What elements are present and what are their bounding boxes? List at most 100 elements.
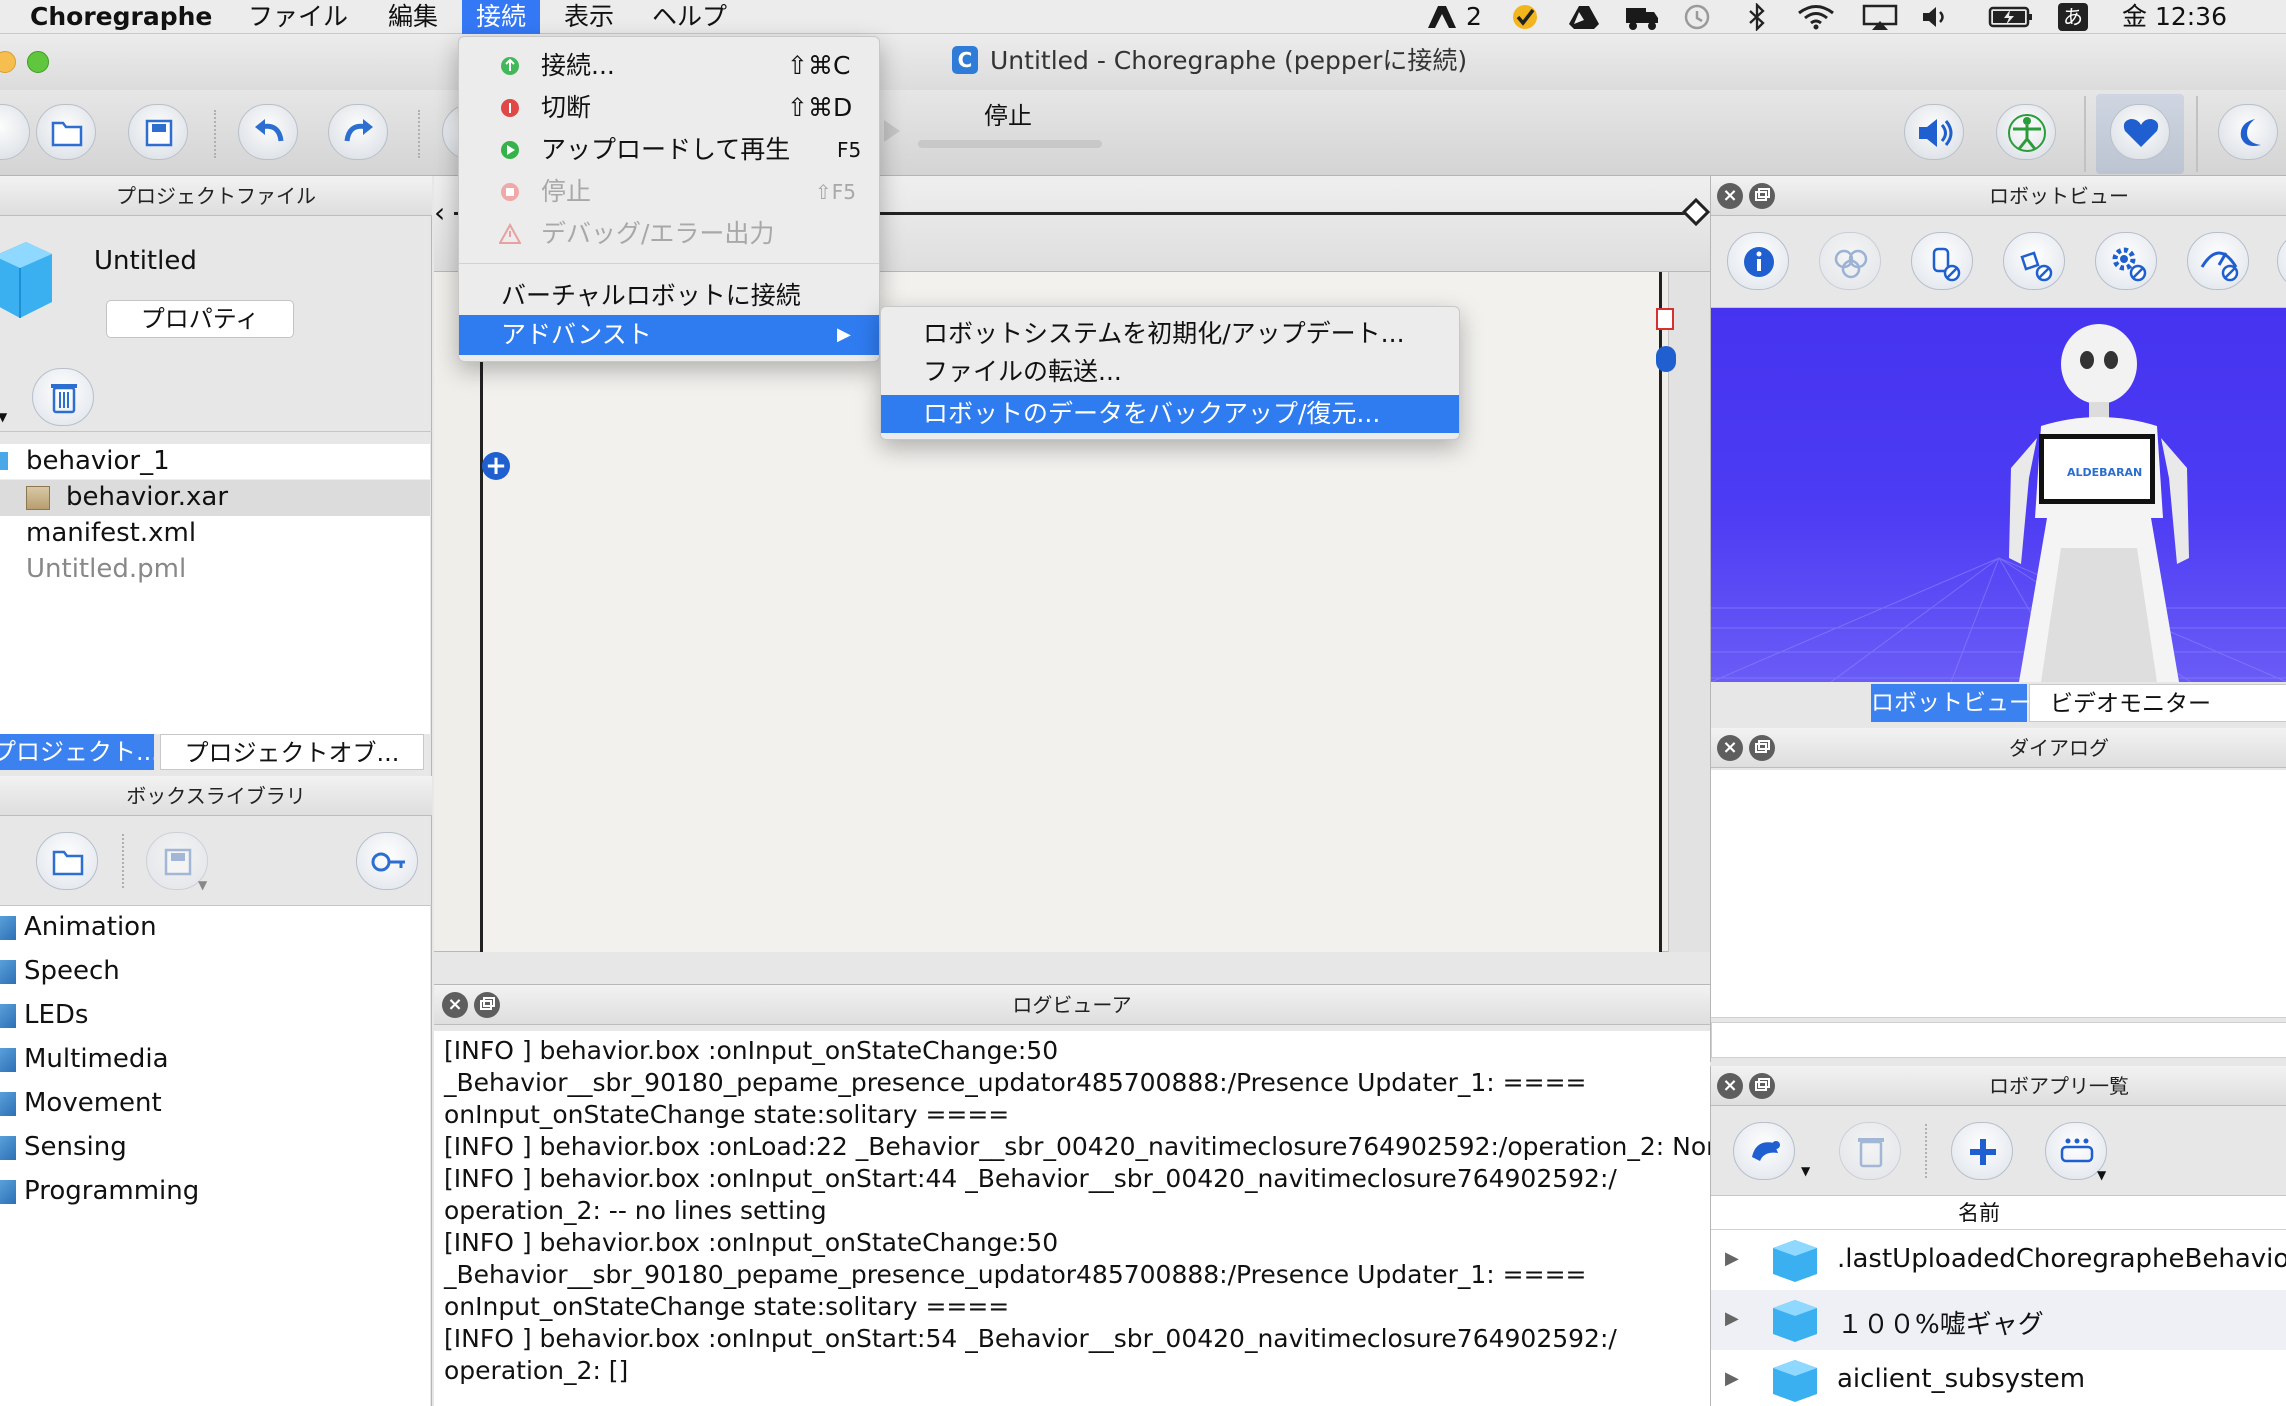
library-category-programming[interactable]: Programming — [0, 1170, 430, 1214]
airplay-icon[interactable] — [1862, 4, 1898, 30]
truck-icon[interactable] — [1624, 5, 1660, 31]
menu-item-connect[interactable]: 接続... ⇧⌘C — [459, 45, 879, 87]
install-app-dropdown-arrow[interactable]: ▼ — [1801, 1164, 1810, 1178]
apple-menu[interactable] — [0, 0, 14, 34]
menu-item-upload-and-play[interactable]: アップロードして再生 F5 — [459, 129, 879, 171]
input-port-plus-icon[interactable]: + — [482, 452, 510, 480]
tab-project-files[interactable]: プロジェクト... — [0, 734, 154, 770]
settings-button[interactable] — [2095, 232, 2157, 290]
new-project-button[interactable] — [0, 104, 30, 160]
timeline-end-marker[interactable] — [1681, 197, 1711, 227]
save-project-button[interactable] — [128, 104, 188, 160]
menubar-clock[interactable]: 金 12:36 — [2122, 0, 2227, 34]
library-category-movement[interactable]: Movement — [0, 1082, 430, 1126]
open-library-button[interactable] — [36, 832, 98, 890]
redo-button[interactable] — [328, 104, 388, 160]
expand-arrow-icon[interactable]: ▶ — [1725, 1248, 1739, 1269]
search-library-button[interactable] — [356, 832, 418, 890]
add-file-dropdown-arrow[interactable]: ▼ — [0, 410, 7, 424]
rest-button[interactable] — [2218, 104, 2278, 160]
open-project-button[interactable] — [36, 104, 96, 160]
library-category-sensing[interactable]: Sensing — [0, 1126, 430, 1170]
library-category-animation[interactable]: Animation — [0, 906, 430, 950]
menu-view[interactable]: 表示 — [564, 0, 614, 34]
robot-view-close-button[interactable]: × — [1717, 183, 1743, 209]
time-machine-icon[interactable] — [1682, 4, 1712, 30]
checkmark-icon[interactable] — [1510, 4, 1540, 30]
log-viewer-close-button[interactable]: × — [442, 992, 468, 1018]
window-title-bar: C Untitled - Choregraphe (pepperに接続) — [0, 34, 2286, 90]
output-port-stop-icon[interactable] — [1656, 308, 1674, 330]
dialog-close-button[interactable]: × — [1717, 735, 1743, 761]
log-viewer-content[interactable]: [INFO ] behavior.box :onInput_onStateCha… — [434, 1031, 1710, 1406]
adobe-icon[interactable] — [1426, 4, 1458, 30]
window-zoom-button[interactable] — [27, 51, 49, 73]
delete-file-button[interactable] — [32, 368, 94, 426]
submenu-item-system-update[interactable]: ロボットシステムを初期化/アップデート... — [881, 315, 1459, 353]
robot-3d-view[interactable]: ALDEBARAN — [1711, 308, 2286, 682]
gear-icon — [2112, 247, 2147, 282]
expand-arrow-icon[interactable]: ▶ — [1725, 1368, 1739, 1389]
menu-edit[interactable]: 編集 — [388, 0, 438, 34]
menu-connect[interactable]: 接続 — [462, 0, 541, 34]
output-port-plus-icon[interactable] — [1656, 346, 1676, 372]
tree-row-behavior-xar[interactable]: behavior.xar — [0, 480, 430, 516]
app-row[interactable]: ▶ １００%嘘ギャグ — [1711, 1290, 2286, 1350]
remove-app-button[interactable] — [1839, 1122, 1901, 1180]
more-robot-tools-button[interactable] — [2277, 232, 2286, 290]
submenu-item-backup-restore[interactable]: ロボットのデータをバックアップ/復元... — [881, 395, 1459, 433]
volume-button[interactable] — [1904, 104, 1964, 160]
tab-robot-view[interactable]: ロボットビュー — [1871, 684, 2032, 722]
app-row[interactable]: ▶ .lastUploadedChoregrapheBehavior — [1711, 1230, 2286, 1290]
tree-row-behavior-1[interactable]: behavior_1 — [0, 444, 430, 480]
menu-item-debug-output[interactable]: デバッグ/エラー出力 — [459, 213, 879, 255]
tab-video-monitor[interactable]: ビデオモニター — [2029, 684, 2286, 722]
diagram-scrollbar[interactable] — [1668, 272, 1710, 952]
menu-item-disconnect[interactable]: 切断 ⇧⌘D — [459, 87, 879, 129]
input-method-icon[interactable]: あ — [2058, 3, 2088, 31]
save-library-dropdown-arrow[interactable]: ▼ — [198, 878, 207, 892]
column-header-name[interactable]: 名前 — [1711, 1196, 2286, 1230]
battery-icon[interactable] — [1988, 5, 2034, 29]
tab-project-objects[interactable]: プロジェクトオブ... — [160, 734, 424, 770]
volume-icon[interactable] — [1920, 4, 1952, 30]
app-row[interactable]: ▶ aiclient_subsystem — [1711, 1350, 2286, 1406]
robot-info-button[interactable] — [1727, 232, 1789, 290]
dialog-input[interactable] — [1711, 1022, 2286, 1058]
wifi-icon[interactable] — [1796, 4, 1836, 30]
submenu-item-file-transfer[interactable]: ファイルの転送... — [881, 353, 1459, 391]
window-minimize-button[interactable] — [0, 51, 16, 73]
autonomous-life-button[interactable] — [2096, 94, 2184, 174]
menu-help[interactable]: ヘルプ — [652, 0, 727, 34]
menu-item-stop[interactable]: 停止 ⇧F5 — [459, 171, 879, 213]
motor-button[interactable] — [1911, 232, 1973, 290]
bluetooth-icon[interactable] — [1746, 3, 1768, 31]
joint-button[interactable] — [2003, 232, 2065, 290]
app-options-dropdown-arrow[interactable]: ▼ — [2097, 1168, 2106, 1182]
animation-mode-button[interactable] — [1996, 104, 2056, 160]
robot-apps-close-button[interactable]: × — [1717, 1073, 1743, 1099]
undo-button[interactable] — [238, 104, 298, 160]
robot-memory-button[interactable] — [1819, 232, 1881, 290]
install-app-button[interactable] — [1733, 1122, 1795, 1180]
dialog-float-button[interactable] — [1749, 735, 1775, 761]
robot-view-float-button[interactable] — [1749, 183, 1775, 209]
library-category-speech[interactable]: Speech — [0, 950, 430, 994]
app-menu-choregraphe[interactable]: Choregraphe — [30, 0, 212, 34]
tree-row-pml[interactable]: Untitled.pml — [0, 552, 430, 588]
google-drive-icon[interactable] — [1568, 4, 1600, 30]
log-viewer-float-button[interactable] — [474, 992, 500, 1018]
timeline-left-marker[interactable]: ‹ — [434, 196, 445, 229]
menu-item-virtual-robot[interactable]: バーチャルロボットに接続 — [459, 275, 879, 317]
tree-row-manifest[interactable]: manifest.xml — [0, 516, 430, 552]
library-category-leds[interactable]: LEDs — [0, 994, 430, 1038]
library-category-multimedia[interactable]: Multimedia — [0, 1038, 430, 1082]
menu-item-advanced[interactable]: アドバンスト ▶ — [459, 315, 879, 355]
sensor-button[interactable] — [2187, 232, 2249, 290]
robot-apps-float-button[interactable] — [1749, 1073, 1775, 1099]
properties-button[interactable]: プロパティ — [106, 300, 294, 338]
play-button[interactable] — [880, 116, 904, 146]
expand-arrow-icon[interactable]: ▶ — [1725, 1308, 1739, 1329]
menu-file[interactable]: ファイル — [248, 0, 348, 34]
add-app-button[interactable] — [1951, 1122, 2013, 1180]
